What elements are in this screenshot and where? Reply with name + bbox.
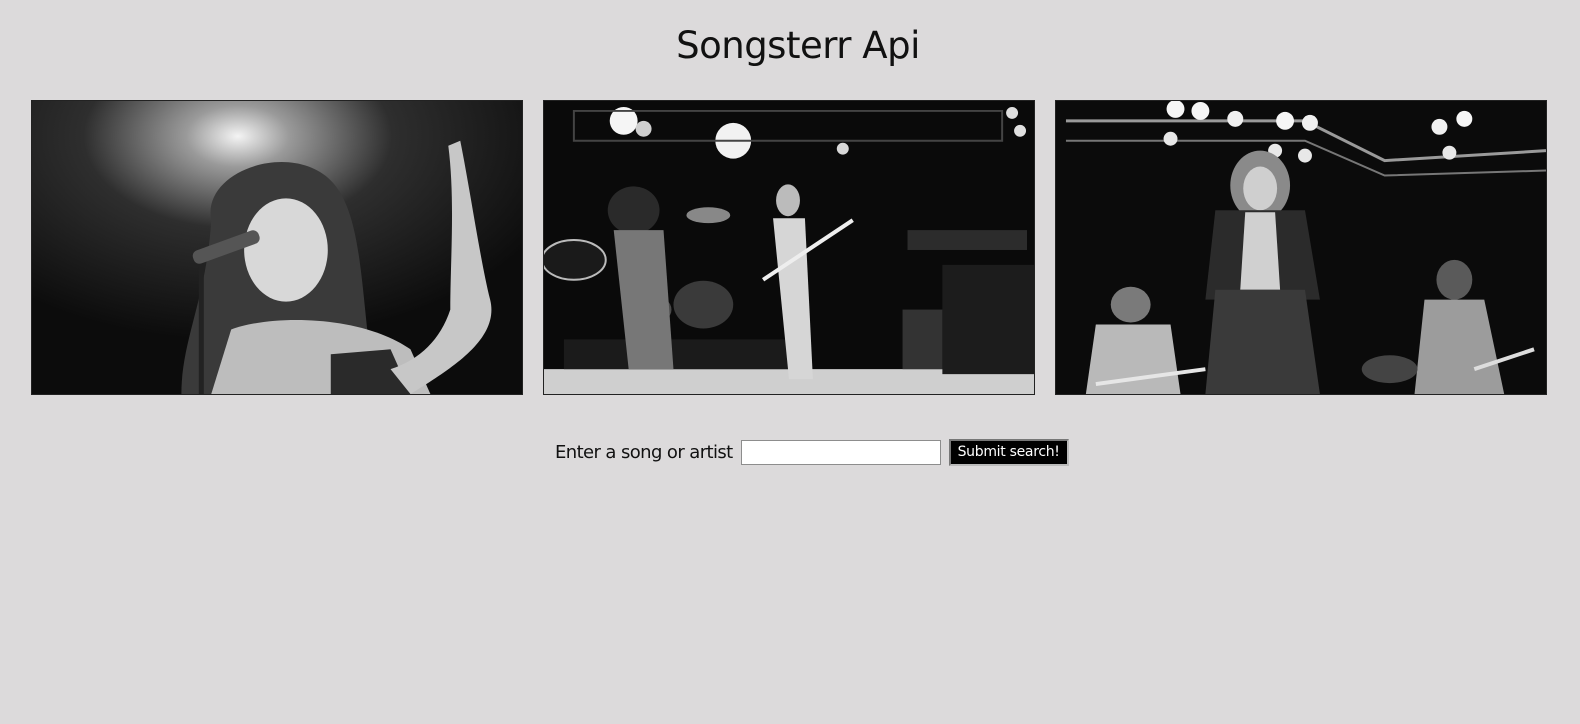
band-stage-image [544, 101, 1034, 394]
concert-photo-1 [31, 100, 523, 395]
page: Songsterr Api Enter a song or artist Sub… [0, 0, 1580, 724]
rock-band-image [1056, 101, 1546, 394]
concert-photo-2 [543, 100, 1035, 395]
concert-photo-3 [1055, 100, 1547, 395]
page-title: Songsterr Api [676, 24, 920, 67]
submit-search-button[interactable]: Submit search! [948, 438, 1069, 466]
search-input[interactable] [740, 439, 941, 465]
singer-image [32, 101, 522, 394]
search-label: Enter a song or artist [555, 441, 733, 463]
search-form: Enter a song or artist Submit search! [555, 438, 1069, 466]
photo-gallery [31, 100, 1547, 395]
